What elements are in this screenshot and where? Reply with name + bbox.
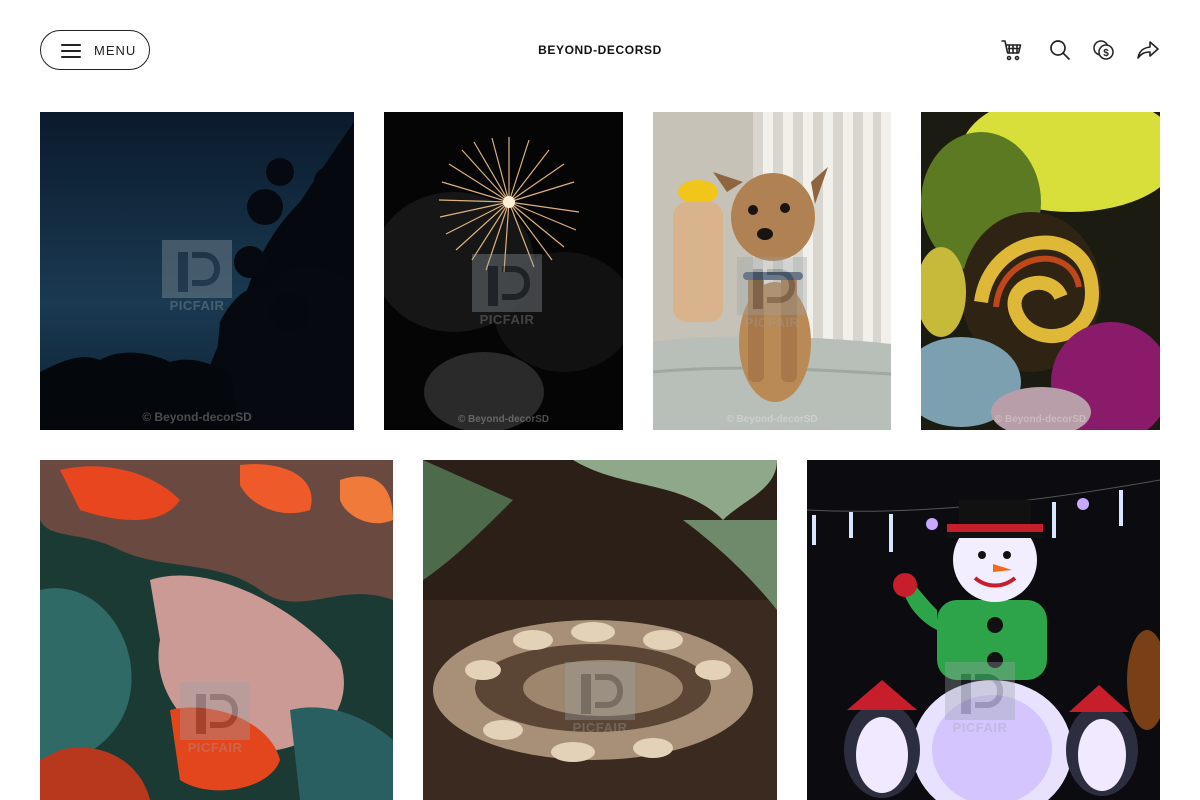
- picfair-watermark-logo: PICFAIR: [565, 662, 635, 735]
- photo-abstract-coral-teal[interactable]: PICFAIR: [40, 460, 393, 800]
- cart-icon[interactable]: [1000, 38, 1024, 62]
- photo-abstract-swirl[interactable]: © Beyond-decorSD: [921, 112, 1160, 430]
- picfair-watermark-logo: PICFAIR: [162, 240, 232, 313]
- picfair-watermark-logo: PICFAIR: [180, 682, 250, 755]
- photo-credit: © Beyond-decorSD: [726, 414, 818, 425]
- share-icon[interactable]: [1136, 38, 1160, 62]
- search-icon[interactable]: [1048, 38, 1072, 62]
- photo-credit: © Beyond-decorSD: [457, 414, 550, 425]
- photo-yorkie-dog[interactable]: PICFAIR © Beyond-decorSD: [653, 112, 891, 430]
- currency-icon[interactable]: $: [1092, 38, 1116, 62]
- svg-text:$: $: [1103, 48, 1109, 59]
- photo-credit: © Beyond-decorSD: [994, 414, 1087, 425]
- photo-inflatable-snowman-penguins[interactable]: PICFAIR: [807, 460, 1160, 800]
- photo-ball-python[interactable]: PICFAIR: [423, 460, 777, 800]
- photo-credit: © Beyond-decorSD: [142, 410, 252, 424]
- photo-night-sky-trees[interactable]: PICFAIR © Beyond-decorSD: [40, 112, 354, 430]
- site-header: MENU BEYOND-DECORSD $: [0, 0, 1200, 100]
- picfair-watermark-logo: PICFAIR: [737, 257, 807, 330]
- photo-fireworks[interactable]: PICFAIR © Beyond-decorSD: [384, 112, 623, 430]
- picfair-watermark-logo: PICFAIR: [945, 662, 1015, 735]
- picfair-watermark-logo: PICFAIR: [472, 254, 542, 327]
